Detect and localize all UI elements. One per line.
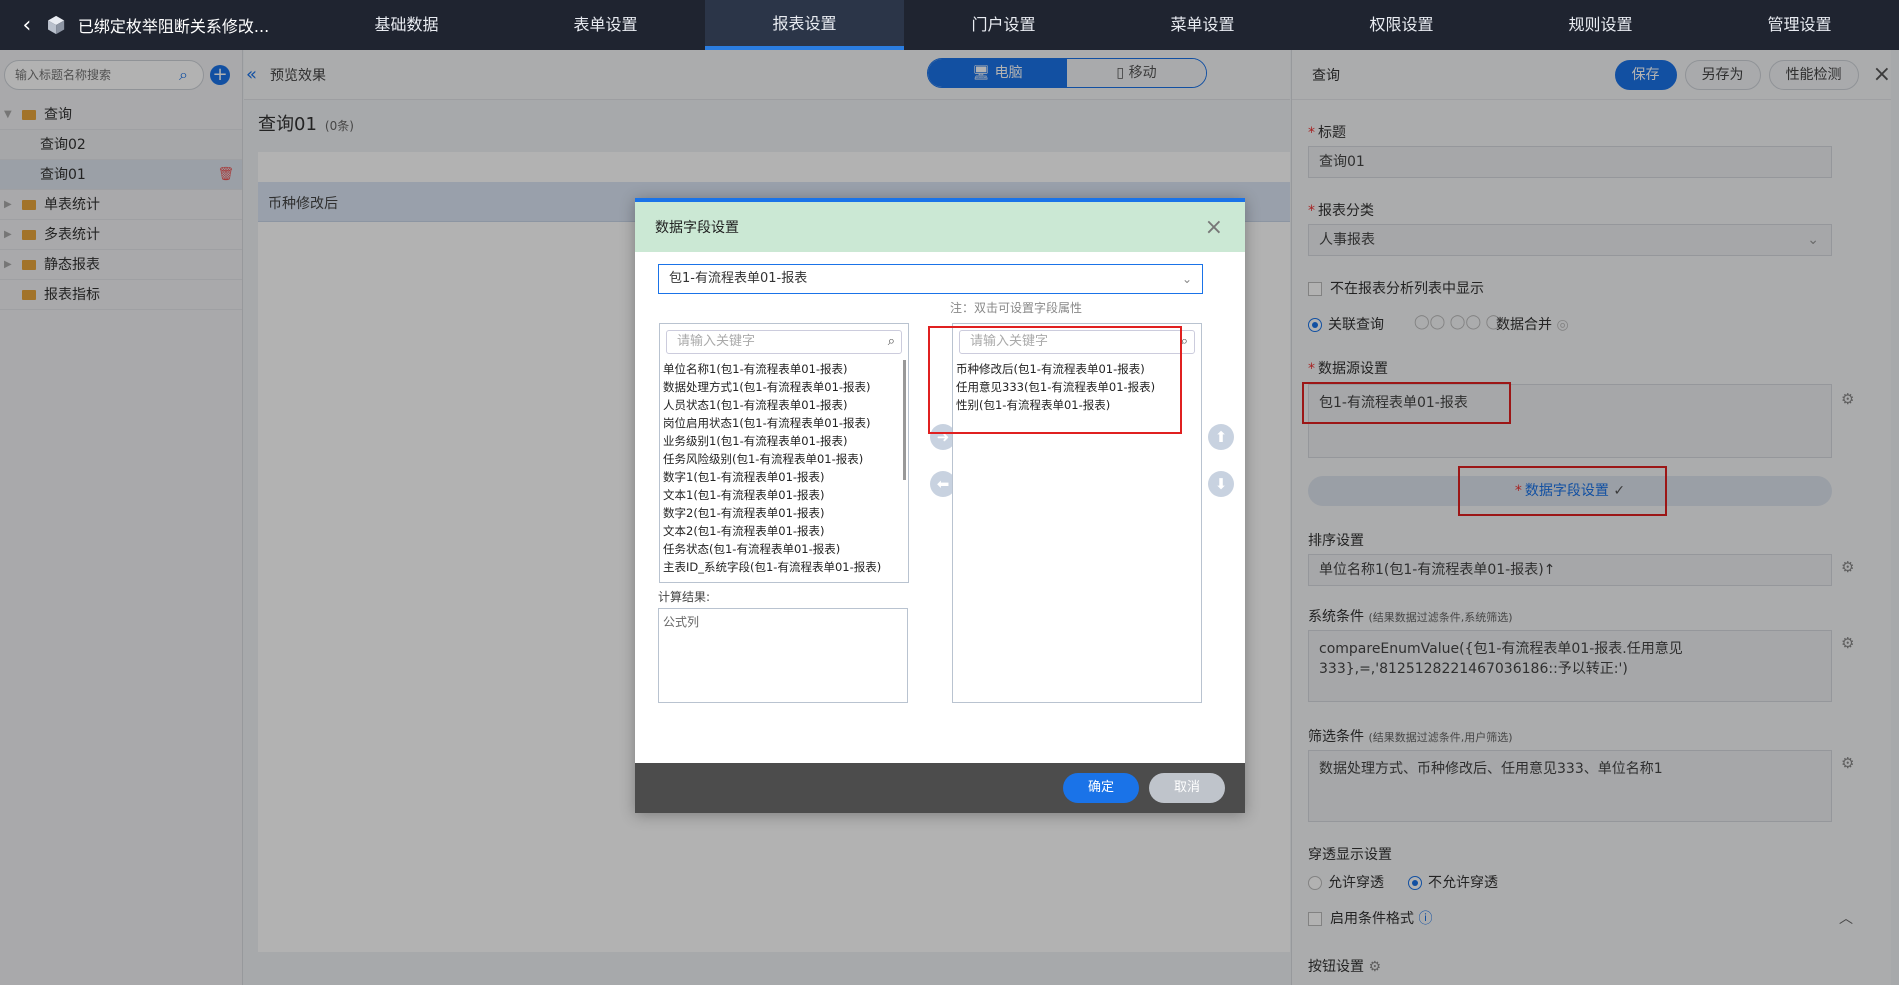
confirm-button[interactable]: 确定 [1063,773,1139,803]
nav-basic-data[interactable]: 基础数据 [307,0,506,50]
list-item[interactable]: 文本1(包1-有流程表单01-报表) [663,486,899,504]
top-bar: ‹ 已绑定枚举阻断关系修改... 基础数据 表单设置 报表设置 门户设置 菜单设… [0,0,1899,50]
move-up-icon[interactable]: ⬆ [1208,424,1234,450]
chevron-down-icon: ⌄ [1181,272,1192,286]
dialog-note: 注：双击可设置字段属性 [950,301,1083,315]
list-item[interactable]: 业务级别1(包1-有流程表单01-报表) [663,432,899,450]
search-icon[interactable]: ⌕ [888,331,895,353]
nav-rule-settings[interactable]: 规则设置 [1501,0,1700,50]
list-item[interactable]: 数字1(包1-有流程表单01-报表) [663,468,899,486]
back-arrow-icon[interactable]: ‹ [14,13,40,38]
highlight-box-selected-fields [928,326,1182,434]
list-item[interactable]: 任务风险级别(包1-有流程表单01-报表) [663,450,899,468]
dialog-footer: 确定 取消 [635,763,1245,813]
cancel-button[interactable]: 取消 [1149,773,1225,803]
table-select[interactable]: 包1-有流程表单01-报表 ⌄ [658,264,1203,294]
list-item[interactable]: 任务状态(包1-有流程表单01-报表) [663,540,899,558]
nav-form-settings[interactable]: 表单设置 [506,0,705,50]
dialog-header: 数据字段设置 × [635,198,1245,252]
available-fields-list: 请输入关键字 ⌕ 单位名称1(包1-有流程表单01-报表) 数据处理方式1(包1… [659,323,909,583]
nav-report-settings[interactable]: 报表设置 [705,0,904,50]
calc-result-label: 计算结果: [658,590,711,604]
nav-portal-settings[interactable]: 门户设置 [904,0,1103,50]
list-item[interactable]: 文本2(包1-有流程表单01-报表) [663,522,899,540]
list-item[interactable]: 数据处理方式1(包1-有流程表单01-报表) [663,378,899,396]
available-fields-items: 单位名称1(包1-有流程表单01-报表) 数据处理方式1(包1-有流程表单01-… [663,360,899,578]
list-item[interactable]: 公式列 [663,613,903,630]
list-item[interactable]: 主表ID_系统字段(包1-有流程表单01-报表) [663,558,899,576]
available-keyword-input[interactable]: 请输入关键字 ⌕ [666,330,902,354]
move-down-icon[interactable]: ⬇ [1208,471,1234,497]
scrollbar[interactable] [903,360,906,480]
list-item[interactable]: 数字2(包1-有流程表单01-报表) [663,504,899,522]
app-title: 已绑定枚举阻断关系修改... [77,17,270,36]
table-select-value: 包1-有流程表单01-报表 [669,271,808,286]
list-item[interactable]: 单位名称1(包1-有流程表单01-报表) [663,360,899,378]
calc-result-box: 公式列 [658,608,908,703]
main-nav: 基础数据 表单设置 报表设置 门户设置 菜单设置 权限设置 规则设置 管理设置 [307,0,1899,50]
field-settings-dialog: 数据字段设置 × 包1-有流程表单01-报表 ⌄ 注：双击可设置字段属性 请输入… [635,198,1245,813]
nav-admin-settings[interactable]: 管理设置 [1700,0,1899,50]
list-item[interactable]: 人员状态1(包1-有流程表单01-报表) [663,396,899,414]
nav-menu-settings[interactable]: 菜单设置 [1103,0,1302,50]
app-cube-icon [47,15,64,35]
close-icon[interactable]: × [1205,215,1223,240]
dialog-title: 数据字段设置 [655,220,739,236]
nav-permission-settings[interactable]: 权限设置 [1302,0,1501,50]
list-item[interactable]: 岗位启用状态1(包1-有流程表单01-报表) [663,414,899,432]
